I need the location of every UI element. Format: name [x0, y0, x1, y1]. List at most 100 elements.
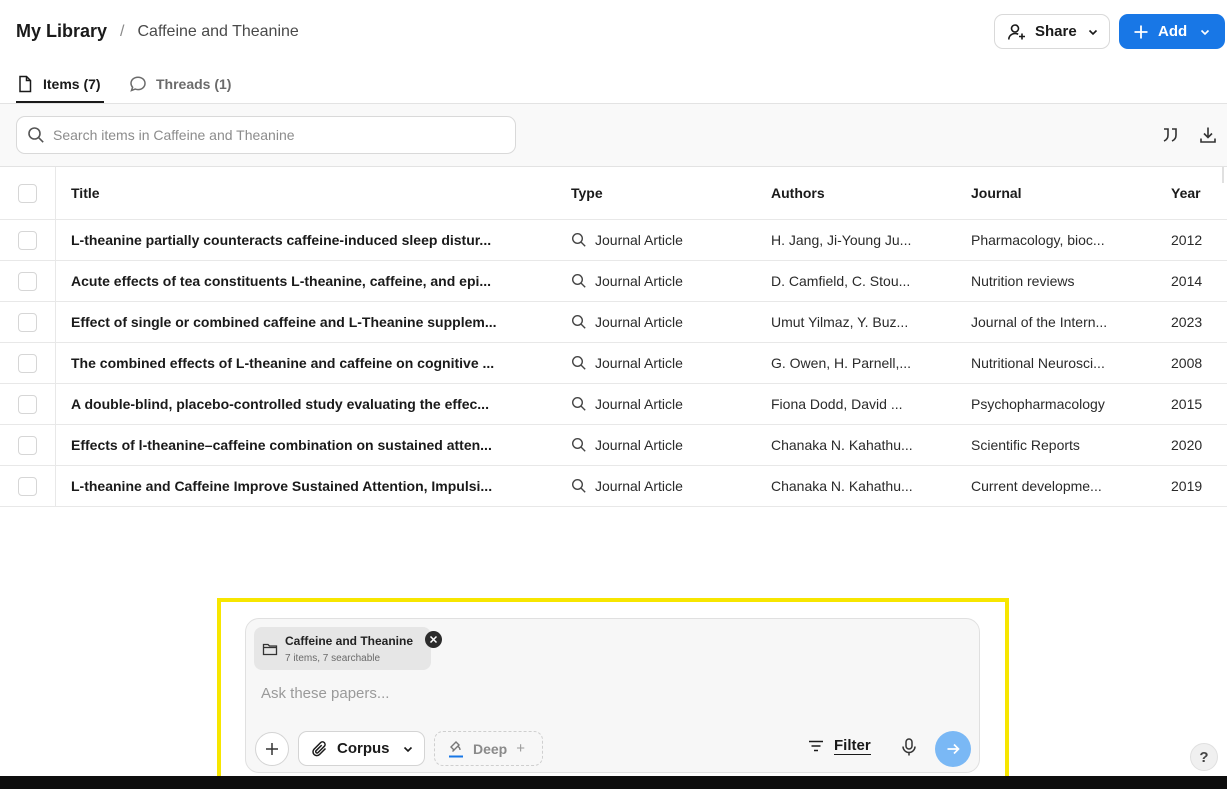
row-title[interactable]: A double-blind, placebo-controlled study… [71, 384, 516, 424]
row-title[interactable]: L-theanine and Caffeine Improve Sustaine… [71, 466, 516, 506]
search-icon [571, 355, 587, 371]
select-all-checkbox[interactable] [18, 183, 37, 203]
plus-icon [1133, 24, 1149, 40]
row-checkbox-cell [0, 220, 56, 260]
microphone-icon[interactable] [900, 737, 918, 757]
search-icon [571, 232, 587, 248]
column-header-title[interactable]: Title [71, 167, 516, 219]
filter-button[interactable]: Filter [807, 737, 871, 755]
context-chip-title: Caffeine and Theanine [285, 634, 414, 648]
table-header-row: Title Type Authors Journal Year [0, 167, 1227, 220]
document-icon [16, 75, 34, 93]
row-type-label: Journal Article [595, 273, 683, 289]
folder-icon [262, 641, 278, 657]
row-journal: Nutrition reviews [971, 273, 1075, 289]
chevron-down-icon [1199, 26, 1211, 38]
ask-input[interactable] [261, 685, 961, 702]
search-input[interactable] [53, 127, 493, 143]
row-journal: Nutritional Neurosci... [971, 355, 1105, 371]
row-checkbox-cell [0, 261, 56, 301]
search-icon [571, 437, 587, 453]
scrollbar[interactable] [1222, 167, 1224, 183]
column-header-year[interactable]: Year [1171, 167, 1221, 219]
add-user-icon [1007, 22, 1027, 42]
row-type-label: Journal Article [595, 396, 683, 412]
plus-icon: + [516, 740, 525, 757]
row-journal: Journal of the Intern... [971, 314, 1108, 330]
filter-label: Filter [834, 737, 871, 755]
add-button[interactable]: Add [1119, 14, 1225, 49]
row-year: 2008 [1171, 355, 1203, 371]
breadcrumb-current: Caffeine and Theanine [137, 22, 299, 40]
row-title[interactable]: Effects of l-theanine–caffeine combinati… [71, 425, 516, 465]
table-row[interactable]: The combined effects of L-theanine and c… [0, 343, 1227, 384]
row-title[interactable]: The combined effects of L-theanine and c… [71, 343, 516, 383]
search-icon [27, 126, 45, 144]
share-button[interactable]: Share [994, 14, 1110, 49]
table-row[interactable]: L-theanine and Caffeine Improve Sustaine… [0, 466, 1227, 507]
search-icon [571, 273, 587, 289]
table-row[interactable]: L-theanine partially counteracts caffein… [0, 220, 1227, 261]
tab-threads[interactable]: Threads (1) [129, 70, 231, 98]
column-header-authors[interactable]: Authors [771, 167, 921, 219]
deep-research-icon [447, 740, 465, 758]
search-icon [571, 478, 587, 494]
row-checkbox[interactable] [18, 230, 37, 250]
active-tab-indicator [16, 101, 104, 103]
search-box[interactable] [16, 116, 516, 154]
row-checkbox[interactable] [18, 476, 37, 496]
corpus-dropdown[interactable]: Corpus [298, 731, 425, 766]
row-type: Journal Article [571, 261, 751, 301]
help-button[interactable]: ? [1190, 743, 1218, 771]
table-row[interactable]: A double-blind, placebo-controlled study… [0, 384, 1227, 425]
row-title[interactable]: L-theanine partially counteracts caffein… [71, 220, 516, 260]
row-checkbox-cell [0, 302, 56, 342]
download-icon[interactable] [1197, 124, 1219, 146]
row-authors: D. Camfield, C. Stou... [771, 273, 911, 289]
attach-plus-button[interactable] [255, 732, 289, 766]
header: My Library / Caffeine and Theanine Share… [0, 0, 1227, 64]
table-row[interactable]: Acute effects of tea constituents L-thea… [0, 261, 1227, 302]
row-year: 2015 [1171, 396, 1203, 412]
context-chip-subtitle: 7 items, 7 searchable [285, 653, 381, 664]
row-checkbox-cell [0, 343, 56, 383]
arrow-right-icon [945, 741, 961, 757]
breadcrumb: My Library / Caffeine and Theanine [16, 21, 299, 42]
breadcrumb-root-link[interactable]: My Library [16, 21, 107, 42]
plus-icon [264, 741, 280, 757]
row-authors: Umut Yilmaz, Y. Buz... [771, 314, 909, 330]
row-title[interactable]: Effect of single or combined caffeine an… [71, 302, 516, 342]
row-authors: H. Jang, Ji-Young Ju... [771, 232, 912, 248]
row-checkbox[interactable] [18, 394, 37, 414]
chat-bubble-icon [129, 75, 147, 93]
row-title[interactable]: Acute effects of tea constituents L-thea… [71, 261, 516, 301]
row-type: Journal Article [571, 302, 751, 342]
context-chip[interactable]: Caffeine and Theanine 7 items, 7 searcha… [254, 627, 442, 670]
column-header-journal[interactable]: Journal [971, 167, 1121, 219]
row-checkbox[interactable] [18, 353, 37, 373]
column-header-type[interactable]: Type [571, 167, 751, 219]
close-icon[interactable] [425, 631, 442, 648]
row-authors: Chanaka N. Kahathu... [771, 437, 913, 453]
row-journal: Pharmacology, bioc... [971, 232, 1105, 248]
row-type-label: Journal Article [595, 437, 683, 453]
tab-threads-label: Threads (1) [156, 76, 232, 92]
search-icon [571, 396, 587, 412]
send-button[interactable] [935, 731, 971, 767]
chevron-down-icon [1087, 26, 1099, 38]
row-checkbox[interactable] [18, 435, 37, 455]
row-type-label: Journal Article [595, 478, 683, 494]
table-row[interactable]: Effect of single or combined caffeine an… [0, 302, 1227, 343]
row-checkbox-cell [0, 384, 56, 424]
items-table: Title Type Authors Journal Year L-theani… [0, 167, 1227, 507]
row-checkbox[interactable] [18, 271, 37, 291]
table-row[interactable]: Effects of l-theanine–caffeine combinati… [0, 425, 1227, 466]
tab-items[interactable]: Items (7) [16, 70, 101, 98]
row-checkbox-cell [0, 425, 56, 465]
chevron-down-icon [402, 743, 414, 755]
quote-icon[interactable] [1160, 124, 1182, 146]
row-type: Journal Article [571, 384, 751, 424]
deep-mode-toggle[interactable]: Deep + [434, 731, 543, 766]
row-type-label: Journal Article [595, 355, 683, 371]
row-checkbox[interactable] [18, 312, 37, 332]
